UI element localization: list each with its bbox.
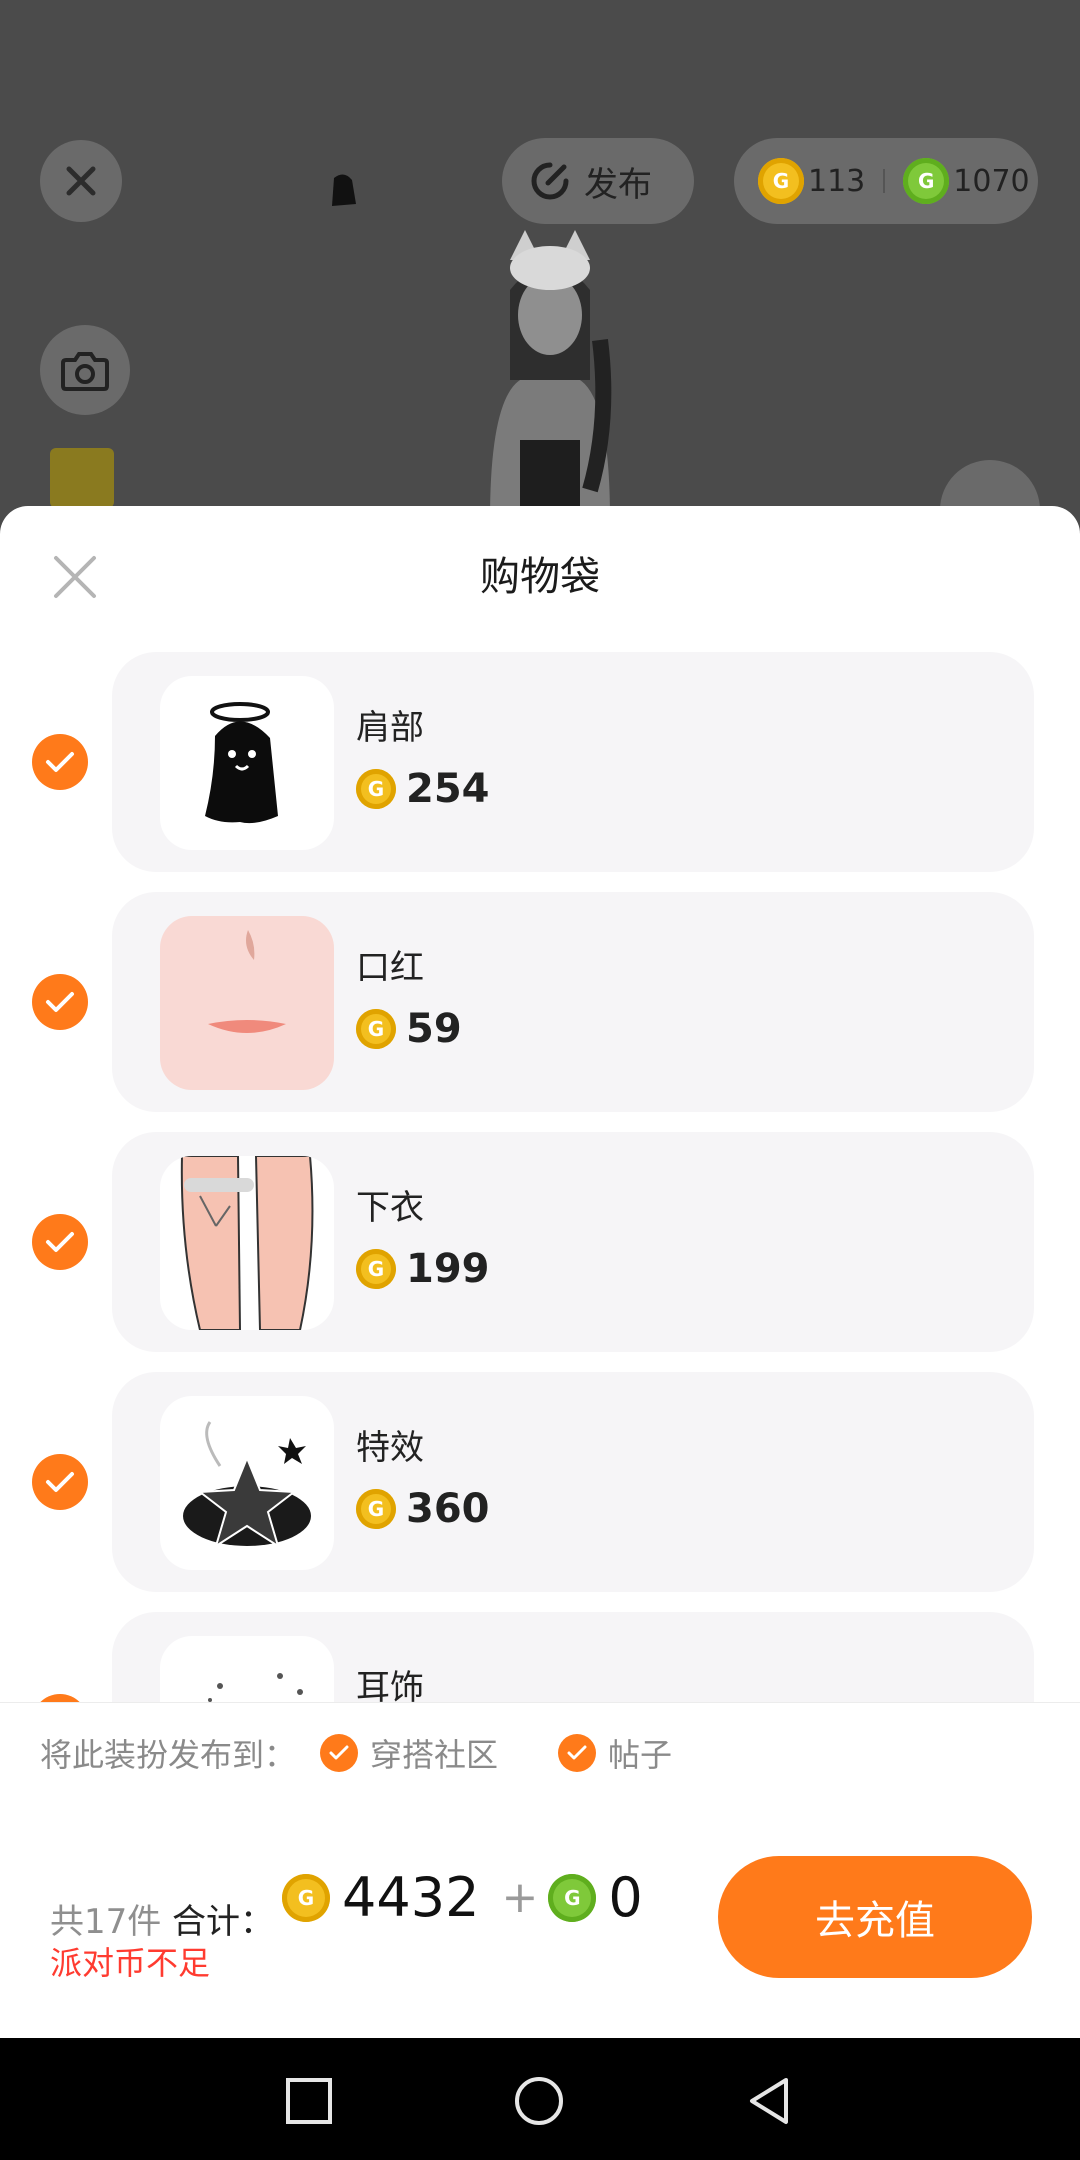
check-icon: [320, 1734, 359, 1772]
list-item[interactable]: 口红 G 59: [0, 892, 1080, 1112]
item-price-value: 199: [406, 1246, 490, 1292]
green-total: 0: [608, 1866, 643, 1929]
list-item[interactable]: 耳饰: [0, 1612, 1080, 1702]
item-price: G 59: [356, 1006, 462, 1052]
item-thumbnail: [160, 1156, 334, 1330]
item-thumbnail: [160, 1636, 334, 1702]
item-price: G 360: [356, 1486, 490, 1532]
item-count: 共17件: [50, 1902, 162, 1942]
publish-label: 将此装扮发布到：: [40, 1736, 297, 1774]
recharge-button[interactable]: 去充值: [718, 1856, 1032, 1978]
checkout-footer: 共17件 合计： G 4432 + G 0 派对币不足 去充值: [0, 1802, 1080, 2038]
item-card[interactable]: 特效 G 360: [112, 1372, 1034, 1592]
avatar-figure: [450, 220, 650, 520]
gold-coin-icon: G: [356, 1489, 396, 1529]
item-price: G 199: [356, 1246, 490, 1292]
green-coin-icon: G: [903, 158, 950, 204]
item-checkbox[interactable]: [32, 1454, 88, 1510]
check-icon: [46, 1472, 74, 1492]
check-icon: [46, 1232, 74, 1252]
item-card[interactable]: 下衣 G 199: [112, 1132, 1034, 1352]
publish-option-post[interactable]: 帖子: [558, 1730, 672, 1776]
gold-coin-icon: G: [282, 1873, 330, 1922]
item-card[interactable]: 肩部 G 254: [112, 652, 1034, 872]
item-thumbnail: [160, 676, 334, 850]
system-navigation-bar: [0, 2038, 1080, 2160]
item-name: 下衣: [356, 1188, 424, 1228]
camera-button[interactable]: [40, 325, 130, 415]
back-icon[interactable]: [742, 2074, 796, 2128]
gold-coin-icon: G: [758, 158, 804, 204]
divider: [883, 169, 886, 193]
gold-coin-balance: 113: [808, 163, 866, 199]
recent-apps-icon[interactable]: [282, 2074, 336, 2128]
green-coin-balance: 1070: [953, 163, 1030, 199]
item-name: 肩部: [356, 708, 424, 748]
publish-option-label: 穿搭社区: [370, 1736, 499, 1774]
sheet-title: 购物袋: [480, 554, 600, 600]
gold-coin-icon: G: [356, 1249, 396, 1289]
gold-coin-icon: G: [356, 769, 396, 809]
publish-label: 发布: [584, 164, 652, 205]
total-amount: G 4432 + G 0: [282, 1866, 655, 1929]
item-price: G 254: [356, 766, 490, 812]
item-checkbox[interactable]: [32, 1694, 88, 1702]
close-scene-button[interactable]: [40, 140, 122, 222]
shopping-bag-sheet: 购物袋 肩部 G 254 口红 G 59 下衣 G 199 特效 G 360 耳…: [0, 506, 1080, 2038]
floating-item: [322, 168, 366, 212]
avatar-scene: 发布 G 113 G 1070: [0, 0, 1080, 560]
list-item[interactable]: 下衣 G 199: [0, 1132, 1080, 1352]
list-item[interactable]: 特效 G 360: [0, 1372, 1080, 1592]
item-thumbnail: [160, 1396, 334, 1570]
green-coin-icon: G: [548, 1873, 597, 1922]
total-label: 合计：: [172, 1902, 274, 1942]
list-item[interactable]: 肩部 G 254: [0, 652, 1080, 872]
plus-sign: +: [501, 1872, 539, 1923]
check-icon: [558, 1734, 597, 1772]
publish-icon: [531, 162, 569, 200]
item-name: 口红: [356, 948, 424, 988]
item-checkbox[interactable]: [32, 1214, 88, 1270]
gift-box[interactable]: [50, 448, 114, 508]
item-name: 耳饰: [356, 1668, 424, 1702]
camera-icon: [61, 352, 109, 391]
publish-option-label: 帖子: [608, 1736, 673, 1774]
item-checkbox[interactable]: [32, 734, 88, 790]
item-price-value: 254: [406, 766, 490, 812]
item-price-value: 360: [406, 1486, 490, 1532]
item-thumbnail: [160, 916, 334, 1090]
item-card[interactable]: 口红 G 59: [112, 892, 1034, 1112]
publish-button[interactable]: 发布: [502, 138, 694, 224]
item-checkbox[interactable]: [32, 974, 88, 1030]
item-name: 特效: [356, 1428, 424, 1468]
publish-option-community[interactable]: 穿搭社区: [320, 1730, 498, 1776]
gold-coin-icon: G: [356, 1009, 396, 1049]
item-card[interactable]: 耳饰: [112, 1612, 1034, 1702]
insufficient-warning: 派对币不足: [50, 1944, 211, 1982]
check-icon: [46, 752, 74, 772]
publish-destinations: 将此装扮发布到： 穿搭社区 帖子: [0, 1702, 1080, 1804]
item-list[interactable]: 肩部 G 254 口红 G 59 下衣 G 199 特效 G 360 耳饰: [0, 652, 1080, 1702]
check-icon: [46, 992, 74, 1012]
coin-balance[interactable]: G 113 G 1070: [734, 138, 1038, 224]
close-icon: [66, 166, 96, 196]
gold-total: 4432: [342, 1866, 480, 1929]
item-price-value: 59: [406, 1006, 462, 1052]
home-icon[interactable]: [512, 2074, 566, 2128]
